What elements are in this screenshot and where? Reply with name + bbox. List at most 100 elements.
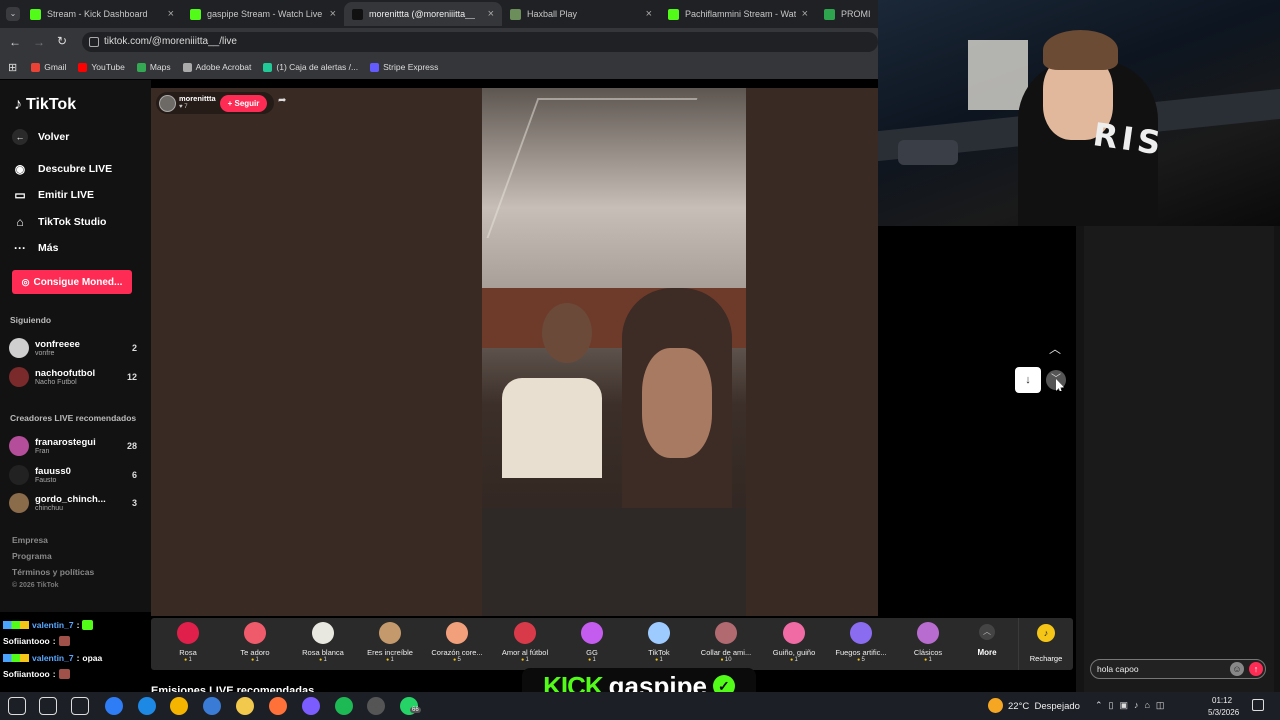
gift-item[interactable]: TikTok1	[628, 622, 690, 663]
url-input[interactable]: tiktok.com/@moreniiitta__/live	[82, 32, 878, 52]
close-tab-icon[interactable]: ×	[330, 8, 336, 20]
browser-tab[interactable]: morenittta (@moreniiitta__ ×	[344, 2, 502, 26]
obs-icon[interactable]	[367, 697, 385, 715]
apps-grid-icon[interactable]: ⊞	[8, 61, 17, 74]
gift-item[interactable]: Corazón core...5	[426, 622, 488, 663]
recharge-button[interactable]: ♪ Recharge	[1018, 618, 1073, 670]
chat-username: Sofiiantooo	[3, 669, 50, 679]
weather-icon[interactable]	[988, 698, 1003, 713]
tray-icons[interactable]: ⌃▯▣♪⌂◫	[1095, 700, 1170, 711]
gift-item[interactable]: Clásicos1	[897, 622, 959, 663]
notifications-icon[interactable]	[1252, 699, 1264, 711]
tab-title: Pachiflammini Stream - Watch L	[685, 9, 796, 19]
emoji-icon[interactable]: ☺	[1230, 662, 1244, 676]
sidebar-nav-item[interactable]: ▭ Emitir LIVE	[12, 187, 94, 203]
gift-cost: 1	[494, 657, 556, 663]
back-link[interactable]: ← Volver	[12, 129, 69, 145]
footer-link[interactable]: Términos y políticas	[12, 567, 94, 577]
gift-name: Fuegos artific...	[835, 648, 887, 657]
sidebar-account[interactable]: franarostegui Fran 28	[9, 436, 137, 456]
gift-item[interactable]: Rosa1	[157, 622, 219, 663]
forward-arrow-icon[interactable]: →	[33, 35, 45, 49]
sidebar-account[interactable]: vonfreeee vonfre 2	[9, 338, 137, 358]
browser-tab[interactable]: Stream - Kick Dashboard ×	[22, 2, 182, 26]
weather-text[interactable]: 22°C Despejado	[1008, 701, 1080, 712]
start-icon[interactable]	[8, 697, 26, 715]
gift-icon	[244, 622, 266, 644]
close-tab-icon[interactable]: ×	[802, 8, 808, 20]
gift-item[interactable]: GG1	[561, 622, 623, 663]
close-tab-icon[interactable]: ×	[646, 8, 652, 20]
discord-icon[interactable]	[302, 697, 320, 715]
bookmark-item[interactable]: Adobe Acrobat	[182, 62, 251, 72]
more-gifts-button[interactable]: ︿ More	[972, 624, 1002, 657]
clock-date[interactable]: 5/3/2026	[1208, 708, 1239, 717]
back-arrow-icon[interactable]: ←	[9, 35, 21, 49]
copilot-icon[interactable]	[105, 697, 123, 715]
overlay-chat-message: Sofiiantooo:	[3, 636, 70, 646]
footer-link[interactable]: Empresa	[12, 535, 48, 545]
tab-search-button[interactable]: ⌄	[6, 7, 20, 21]
host-avatar[interactable]	[159, 95, 176, 112]
search-icon[interactable]	[39, 697, 57, 715]
chat-input[interactable]: hola capoo	[1097, 664, 1139, 674]
chat-message-text: opaa	[82, 653, 103, 663]
chat-panel	[1084, 226, 1274, 692]
browser-tab[interactable]: Haxball Play ×	[502, 2, 660, 26]
firefox-icon[interactable]	[269, 697, 287, 715]
clock-time[interactable]: 01:12	[1212, 696, 1232, 705]
sidebar-nav-item[interactable]: ··· Más	[12, 240, 58, 256]
account-name: franarostegui	[35, 437, 96, 448]
account-text: franarostegui Fran	[35, 437, 96, 455]
chat-separator: :	[52, 669, 56, 679]
send-button[interactable]: ↑	[1249, 662, 1263, 676]
gift-item[interactable]: Eres increíble1	[359, 622, 421, 663]
footer-link[interactable]: Programa	[12, 551, 52, 561]
close-tab-icon[interactable]: ×	[168, 8, 174, 20]
live-video[interactable]	[482, 88, 746, 616]
close-tab-icon[interactable]: ×	[488, 8, 494, 20]
store-icon[interactable]	[203, 697, 221, 715]
edge-icon[interactable]	[138, 697, 156, 715]
site-info-icon[interactable]	[89, 37, 99, 47]
browser-tab[interactable]: gaspipe Stream - Watch Live on ×	[182, 2, 344, 26]
gift-item[interactable]: Amor al fútbol1	[494, 622, 556, 663]
spotify-icon[interactable]	[335, 697, 353, 715]
bookmark-item[interactable]: Maps	[136, 62, 171, 72]
browser-tab[interactable]: Pachiflammini Stream - Watch L ×	[660, 2, 816, 26]
download-button[interactable]: ↓	[1015, 367, 1041, 393]
chrome-icon[interactable]	[170, 697, 188, 715]
gift-item[interactable]: Collar de ami...10	[695, 622, 757, 663]
gift-icon	[514, 622, 536, 644]
gift-item[interactable]: Fuegos artific...5	[830, 622, 892, 663]
gift-cost: 1	[224, 657, 286, 663]
browser-tab[interactable]: PROMIEDO	[816, 2, 878, 26]
previous-live-button[interactable]: ︿	[1044, 338, 1066, 360]
gift-item[interactable]: Te adoro1	[224, 622, 286, 663]
share-icon[interactable]: ➦	[278, 95, 292, 109]
avatar	[9, 436, 29, 456]
gift-name: Rosa	[179, 648, 197, 657]
bookmark-item[interactable]: (1) Caja de alertas /...	[263, 62, 358, 72]
bookmark-item[interactable]: Gmail	[31, 62, 66, 72]
get-coins-button[interactable]: ◎ Consigue Moned...	[12, 270, 132, 294]
gift-item[interactable]: Rosa blanca1	[292, 622, 354, 663]
sidebar-nav-item[interactable]: ⌂ TikTok Studio	[12, 214, 106, 230]
sidebar-nav-item[interactable]: ◉ Descubre LIVE	[12, 161, 112, 177]
bookmark-item[interactable]: YouTube	[78, 62, 125, 72]
file-explorer-icon[interactable]	[236, 697, 254, 715]
gift-item[interactable]: Guiño, guiño1	[763, 622, 825, 663]
coin-icon: ◎	[21, 276, 30, 287]
tiktok-logo[interactable]: ♪ TikTok	[14, 96, 76, 114]
avatar	[9, 367, 29, 387]
sidebar-account[interactable]: gordo_chinch... chinchuu 3	[9, 493, 137, 513]
task-view-icon[interactable]	[71, 697, 89, 715]
sidebar-account[interactable]: nachoofutbol Nacho Futbol 12	[9, 367, 137, 387]
gift-name: Clásicos	[913, 648, 943, 657]
bookmark-item[interactable]: Stripe Express	[370, 62, 438, 72]
account-name: gordo_chinch...	[35, 494, 106, 505]
follow-button[interactable]: + Seguir	[220, 95, 267, 112]
gift-cost: 5	[426, 657, 488, 663]
sidebar-account[interactable]: fauuss0 Fausto 6	[9, 465, 137, 485]
reload-icon[interactable]: ↻	[57, 34, 67, 48]
